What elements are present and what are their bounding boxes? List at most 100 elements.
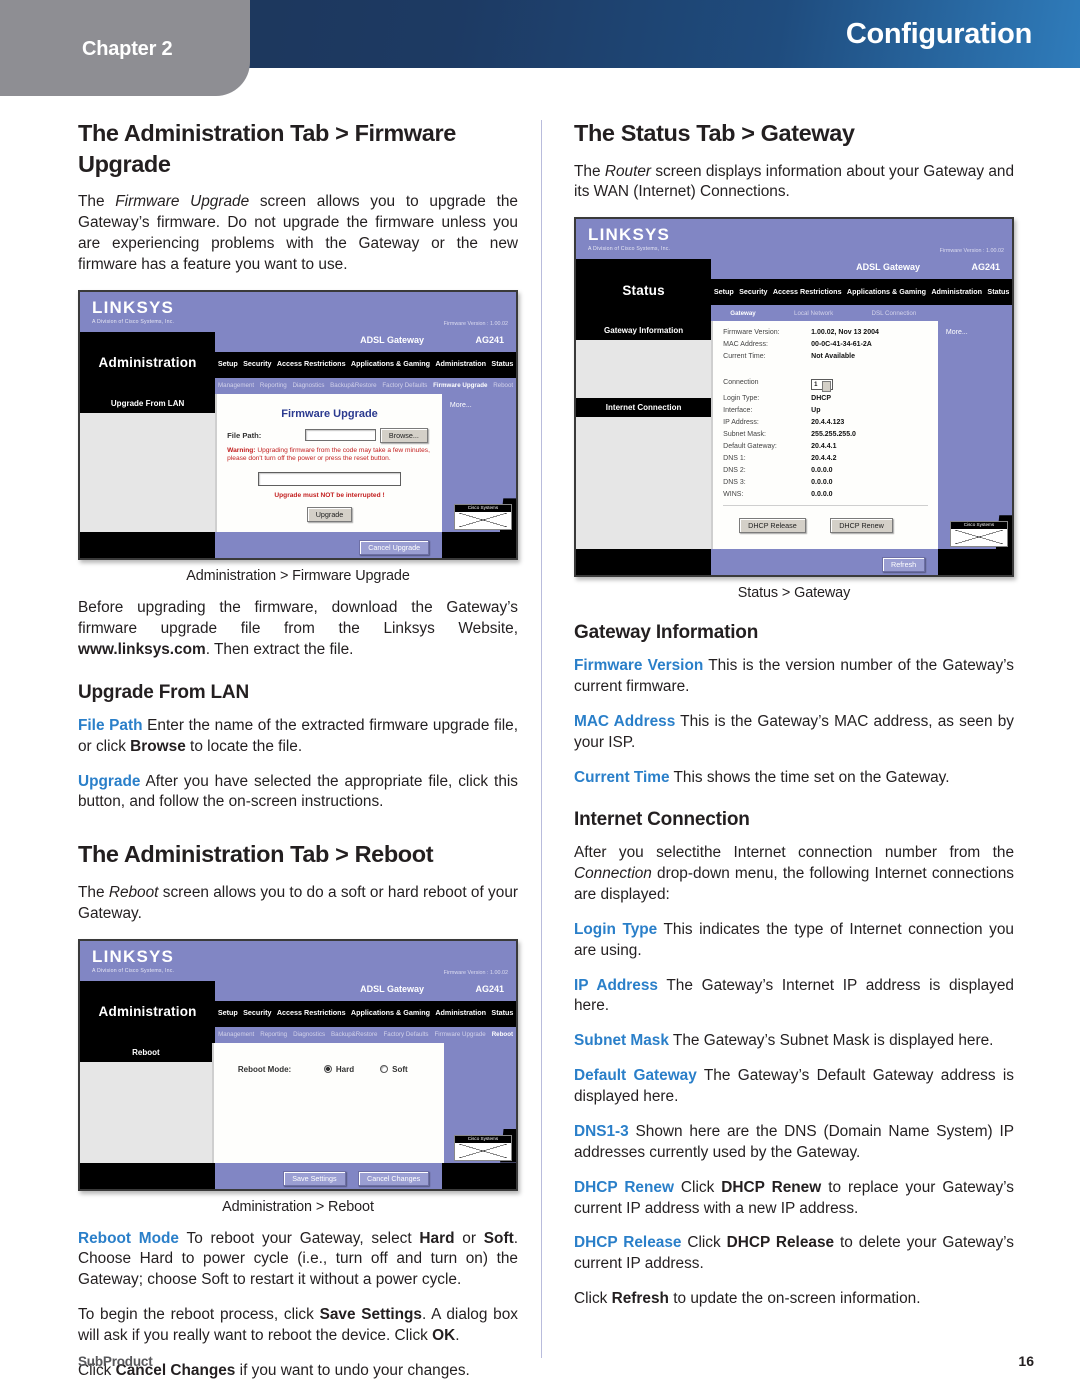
ui-tabs: Setup Security Access Restrictions Appli… xyxy=(215,1001,516,1027)
text-fragment: Click xyxy=(681,1234,727,1252)
ui-tab-access-restrictions[interactable]: Access Restrictions xyxy=(274,360,348,369)
text-fragment-italic: Router xyxy=(604,162,652,180)
ui-subtab-diagnostics[interactable]: Diagnostics xyxy=(290,382,328,389)
text-fragment-bold: www.linksys.com xyxy=(78,641,206,659)
ui-tab-applications-gaming[interactable]: Applications & Gaming xyxy=(348,1009,432,1018)
ui-subtab-reboot[interactable]: Reboot xyxy=(489,1031,516,1038)
text-fragment-bold: OK xyxy=(432,1327,456,1345)
text-fragment: if you want to undo your changes. xyxy=(235,1361,470,1379)
radio-option-soft[interactable]: Soft xyxy=(380,1065,408,1074)
ui-tab-setup[interactable]: Setup xyxy=(711,287,736,296)
ui-subtab-diagnostics[interactable]: Diagnostics xyxy=(290,1031,328,1038)
browse-button[interactable]: Browse... xyxy=(379,427,428,443)
save-settings-button[interactable]: Save Settings xyxy=(283,1170,346,1186)
ui-subtab-local-network[interactable]: Local Network xyxy=(775,310,852,317)
ui-model-code: AG241 xyxy=(475,334,504,345)
text-fragment: After you selectithe Internet connection… xyxy=(574,844,1014,862)
keyword-dhcp-renew: DHCP Renew xyxy=(574,1178,674,1196)
ui-brand-bar: LINKSYS A Division of Cisco Systems, Inc.… xyxy=(576,219,1012,260)
row-dns-2: DNS 2: 0.0.0.0 xyxy=(723,467,928,474)
ui-help-more-link[interactable]: More... xyxy=(450,402,472,409)
ui-subtab-reporting[interactable]: Reporting xyxy=(257,382,290,389)
linksys-logo: LINKSYS A Division of Cisco Systems, Inc. xyxy=(588,225,670,252)
router-ui-firmware: LINKSYS A Division of Cisco Systems, Inc.… xyxy=(78,289,518,561)
ui-tab-status[interactable]: Status xyxy=(489,360,516,369)
paragraph-current-time: Current Time This shows the time set on … xyxy=(574,768,1014,789)
ui-subtab-factory-defaults[interactable]: Factory Defaults xyxy=(379,382,430,389)
ui-sidebar: Gateway Information Internet Connection xyxy=(576,321,712,550)
ui-tab-administration[interactable]: Administration xyxy=(433,360,489,369)
text-fragment: to update the on-screen information. xyxy=(668,1290,921,1308)
text-fragment: After you have selected the appropriate … xyxy=(78,772,518,811)
ui-section-title: Administration xyxy=(98,355,197,371)
ui-subtab-firmware-upgrade[interactable]: Firmware Upgrade xyxy=(430,382,490,389)
heading-firmware-upgrade: The Administration Tab > Firmware Upgrad… xyxy=(78,120,456,177)
connection-dropdown[interactable]: 1 xyxy=(811,379,834,393)
brand-subtext: A Division of Cisco Systems, Inc. xyxy=(92,967,175,974)
ui-subtab-gateway[interactable]: Gateway xyxy=(711,310,775,317)
paragraph-subnet-mask: Subnet Mask The Gateway’s Subnet Mask is… xyxy=(574,1031,1014,1052)
ui-subtab-firmware-upgrade[interactable]: Firmware Upgrade xyxy=(432,1031,489,1038)
text-fragment-italic: Firmware Upgrade xyxy=(115,193,250,211)
row-value: 20.4.4.123 xyxy=(811,419,845,427)
upgrade-button-row: Upgrade xyxy=(227,504,432,523)
warning-text: Warning: Upgrading firmware from the cod… xyxy=(227,447,432,465)
text-fragment-bold: Save Settings xyxy=(319,1306,422,1324)
ui-subtab-factory-defaults[interactable]: Factory Defaults xyxy=(380,1031,431,1038)
ui-subtab-reboot[interactable]: Reboot xyxy=(490,382,516,389)
ui-subtab-backup-restore[interactable]: Backup&Restore xyxy=(328,1031,380,1038)
ui-tab-security[interactable]: Security xyxy=(240,360,274,369)
ui-tab-administration[interactable]: Administration xyxy=(433,1009,489,1018)
ui-section-title: Status xyxy=(622,282,665,298)
cancel-upgrade-button[interactable]: Cancel Upgrade xyxy=(359,540,430,556)
paragraph-reboot-intro: The Reboot screen allows you to do a sof… xyxy=(78,883,518,925)
ui-tab-applications-gaming[interactable]: Applications & Gaming xyxy=(844,287,928,296)
ui-subtab-management[interactable]: Management xyxy=(215,382,257,389)
row-key: DNS 3: xyxy=(723,479,746,487)
paragraph-file-path: File Path Enter the name of the extracte… xyxy=(78,716,518,758)
ui-tab-security[interactable]: Security xyxy=(736,287,770,296)
ui-tab-access-restrictions[interactable]: Access Restrictions xyxy=(770,287,844,296)
ui-tab-setup[interactable]: Setup xyxy=(215,1009,240,1018)
ui-tab-setup[interactable]: Setup xyxy=(215,360,240,369)
ui-subtabs: Gateway Local Network DSL Connection xyxy=(711,305,1012,322)
cancel-changes-button[interactable]: Cancel Changes xyxy=(358,1170,430,1186)
ui-tab-administration[interactable]: Administration xyxy=(929,287,985,296)
upgrade-button[interactable]: Upgrade xyxy=(306,507,353,523)
ui-tab-security[interactable]: Security xyxy=(240,1009,274,1018)
radio-label-soft: Soft xyxy=(392,1064,408,1074)
figure-caption-firmware: Administration > Firmware Upgrade xyxy=(186,568,410,585)
ui-subtab-dsl-connection[interactable]: DSL Connection xyxy=(852,310,935,317)
ui-footer: Cancel Upgrade xyxy=(80,532,516,559)
ui-tab-status[interactable]: Status xyxy=(489,1009,516,1018)
text-fragment-italic: Connection xyxy=(574,865,652,883)
figure-firmware-upgrade: LINKSYS A Division of Cisco Systems, Inc.… xyxy=(78,289,518,585)
cisco-logo-label: Cisco Systems xyxy=(455,1135,511,1143)
ui-subtab-management[interactable]: Management xyxy=(215,1031,257,1038)
refresh-button[interactable]: Refresh xyxy=(882,557,926,573)
figure-caption-status: Status > Gateway xyxy=(737,585,851,602)
dhcp-release-button[interactable]: DHCP Release xyxy=(739,518,806,534)
keyword-current-time: Current Time xyxy=(574,768,670,786)
ui-help-more-link[interactable]: More... xyxy=(946,329,968,336)
ui-tab-status[interactable]: Status xyxy=(985,287,1012,296)
cisco-bridge-graphic xyxy=(955,530,1003,545)
dhcp-renew-button[interactable]: DHCP Renew xyxy=(830,518,893,534)
ui-tab-access-restrictions[interactable]: Access Restrictions xyxy=(274,1009,348,1018)
row-interface: Interface: Up xyxy=(723,407,928,414)
heading-gateway-information: Gateway Information xyxy=(574,622,759,644)
file-path-input[interactable] xyxy=(305,429,376,442)
row-key: Login Type: xyxy=(723,395,760,403)
row-value: Up xyxy=(811,407,821,415)
ui-tab-applications-gaming[interactable]: Applications & Gaming xyxy=(348,360,432,369)
right-column: The Status Tab > Gateway The Router scre… xyxy=(574,118,1014,1310)
ui-subtab-backup-restore[interactable]: Backup&Restore xyxy=(327,382,379,389)
text-fragment-bold: Refresh xyxy=(611,1290,669,1308)
brand-text: LINKSYS xyxy=(92,946,175,966)
radio-option-hard[interactable]: Hard xyxy=(323,1065,354,1074)
radio-dot-icon xyxy=(380,1065,389,1074)
ui-subtab-reporting[interactable]: Reporting xyxy=(257,1031,290,1038)
row-value: Not Available xyxy=(811,353,855,361)
reboot-mode-row: Reboot Mode: Hard Soft xyxy=(224,1051,434,1102)
ui-footer-left-block xyxy=(80,1162,216,1189)
